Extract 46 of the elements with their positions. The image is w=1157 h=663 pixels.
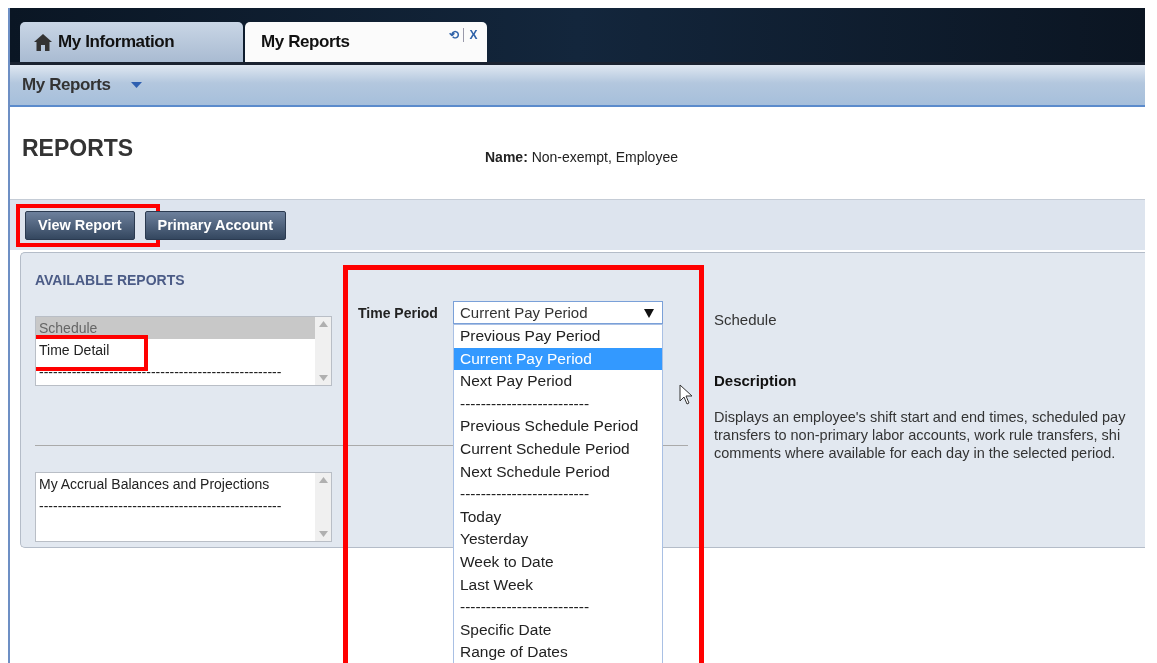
employee-name: Name: Non-exempt, Employee <box>485 149 678 165</box>
time-period-dropdown[interactable]: Current Pay Period <box>453 301 663 324</box>
mouse-pointer-icon <box>679 384 693 406</box>
dropdown-option[interactable]: ------------------------- <box>454 392 662 416</box>
list-item[interactable]: ---------------------------------------------------- <box>36 361 315 383</box>
close-icon[interactable]: X <box>469 28 477 42</box>
section-heading: AVAILABLE REPORTS <box>35 272 186 288</box>
dropdown-option[interactable]: Range of Dates <box>454 641 662 663</box>
home-icon <box>34 33 52 51</box>
page-title: REPORTS <box>22 135 135 162</box>
menu-button[interactable]: My Reports <box>22 75 142 95</box>
report-title: Schedule <box>714 311 778 328</box>
dropdown-option[interactable]: ------------------------- <box>454 596 662 619</box>
scrollbar[interactable] <box>315 473 331 542</box>
dropdown-option[interactable]: ------------------------- <box>454 483 662 506</box>
tab[interactable]: My Reports ⟲ X <box>245 22 487 62</box>
tab[interactable]: My Information <box>20 22 243 62</box>
list-item[interactable]: Time Detail <box>36 339 315 361</box>
dropdown-option[interactable]: Previous Pay Period <box>454 325 662 348</box>
dropdown-option[interactable]: Specific Date <box>454 618 662 642</box>
dropdown-option[interactable]: Today <box>454 505 662 529</box>
scroll-up-icon[interactable] <box>318 477 328 484</box>
field-label: Time Period <box>358 305 439 321</box>
dropdown-option[interactable]: Next Schedule Period <box>454 460 662 484</box>
refresh-icon[interactable]: ⟲ <box>448 28 459 42</box>
caret-icon <box>130 82 142 88</box>
list-item[interactable]: My Accrual Balances and Projections <box>36 473 315 496</box>
scroll-up-icon[interactable] <box>318 321 328 327</box>
report-list[interactable]: Schedule Time Detail ---------------------------------------------------- <box>35 316 332 386</box>
toolbar-button[interactable]: View Report <box>25 210 135 240</box>
dropdown-option[interactable]: Week to Date <box>454 550 662 574</box>
list-item[interactable]: Schedule <box>36 317 315 339</box>
report-list[interactable]: My Accrual Balances and Projections ---------------------------------------------------- <box>35 472 332 543</box>
toolbar-button[interactable]: Primary Account <box>144 210 287 240</box>
dropdown-option[interactable]: Yesterday <box>454 528 662 551</box>
list-item[interactable]: ---------------------------------------------------- <box>36 495 315 518</box>
scroll-down-icon[interactable] <box>318 531 328 538</box>
scrollbar[interactable] <box>315 317 331 385</box>
dropdown-option[interactable]: Previous Schedule Period <box>454 415 662 438</box>
scroll-down-icon[interactable] <box>318 375 328 381</box>
dropdown-option[interactable]: Current Schedule Period <box>454 437 662 461</box>
description-heading: Description <box>714 372 798 389</box>
dropdown-option[interactable]: Next Pay Period <box>454 370 662 393</box>
description-text: Displays an employee's shift start and end times, scheduled pay transfers to non-primary labor accounts, work rule transfers, shi comments where available for each day in the selected period. <box>714 408 1127 462</box>
dropdown-option[interactable]: Last Week <box>454 573 662 597</box>
dropdown-arrow-icon <box>644 307 654 318</box>
